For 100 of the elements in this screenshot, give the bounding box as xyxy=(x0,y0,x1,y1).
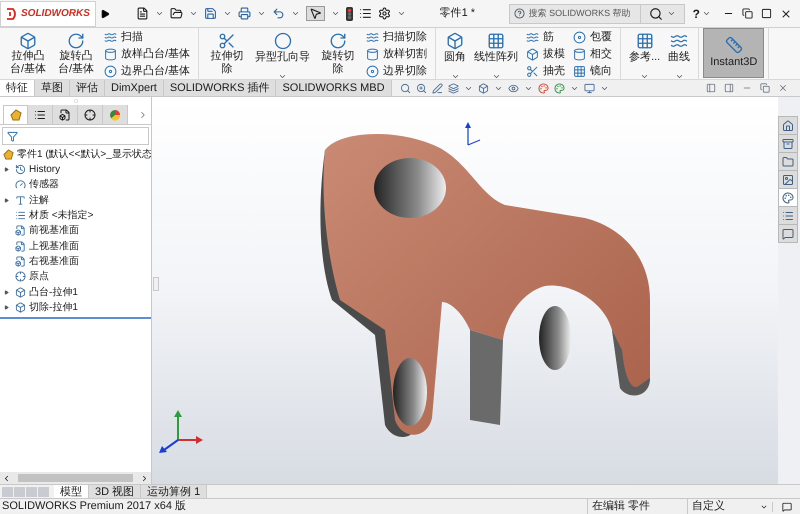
ribbon-small-button[interactable]: 镜向 xyxy=(573,64,612,78)
caret-icon[interactable] xyxy=(257,9,266,18)
grip-icon[interactable] xyxy=(74,99,78,103)
open-folder-icon[interactable] xyxy=(170,7,183,20)
zoom-in-icon[interactable] xyxy=(416,82,427,94)
command-tab[interactable]: 特征 xyxy=(0,80,35,96)
expand-menu-icon[interactable] xyxy=(100,8,110,18)
palette-icon[interactable] xyxy=(538,82,549,94)
close-icon[interactable] xyxy=(780,8,792,20)
palette-icon[interactable] xyxy=(554,82,565,94)
zoom-fit-icon[interactable] xyxy=(400,82,411,94)
expand-arrow-icon[interactable] xyxy=(4,167,9,172)
layers-icon[interactable] xyxy=(448,82,459,94)
task-pane-tab[interactable] xyxy=(778,170,798,189)
task-pane-tab[interactable] xyxy=(778,134,798,153)
ribbon-small-button[interactable]: 放样凸台/基体 xyxy=(104,47,190,61)
task-pane-tab[interactable] xyxy=(778,224,798,243)
ribbon-small-button[interactable]: 包覆 xyxy=(573,30,612,44)
undo-icon[interactable] xyxy=(272,7,285,20)
ribbon-button[interactable]: 旋转切除 xyxy=(314,28,362,76)
task-pane-tab[interactable] xyxy=(778,116,798,135)
caret-icon[interactable] xyxy=(640,72,650,81)
tree-item-label[interactable]: 凸台-拉伸1 xyxy=(29,284,78,300)
print-icon[interactable] xyxy=(238,7,251,20)
ribbon-small-button[interactable]: 边界凸台/基体 xyxy=(104,64,190,78)
command-tab[interactable]: 评估 xyxy=(70,80,105,96)
command-tab[interactable]: 草图 xyxy=(35,80,70,96)
scroll-left-icon[interactable] xyxy=(2,474,11,482)
traffic-light-icon[interactable] xyxy=(346,6,353,20)
ribbon-dropdown-button[interactable]: 异型孔向导 xyxy=(251,28,314,81)
caret-icon[interactable] xyxy=(278,72,288,81)
restore-icon[interactable] xyxy=(760,83,770,93)
caret-icon[interactable] xyxy=(189,9,198,18)
expand-arrow-icon[interactable] xyxy=(4,304,9,310)
ribbon-small-button[interactable]: 抽壳 xyxy=(526,64,566,78)
tree-item-label[interactable]: 原点 xyxy=(29,269,49,284)
dimxpert-tab[interactable] xyxy=(78,105,103,124)
ribbon-button[interactable]: 旋转凸台/基体 xyxy=(52,28,100,76)
panel-left-icon[interactable] xyxy=(706,83,716,93)
ribbon-button[interactable]: 拉伸切除 xyxy=(203,28,252,76)
expand-arrow-icon[interactable] xyxy=(4,198,9,203)
tree-item-label[interactable]: 前视基准面 xyxy=(29,223,79,238)
caret-icon[interactable] xyxy=(223,9,232,18)
tree-item-label[interactable]: History xyxy=(29,162,60,178)
ribbon-dropdown-button[interactable]: 圆角 xyxy=(440,28,470,81)
task-pane-tab[interactable] xyxy=(778,152,798,171)
chat-icon[interactable] xyxy=(782,502,792,512)
tree-item-label[interactable]: 切除-拉伸1 xyxy=(29,300,78,315)
tree-item-label[interactable]: 传感器 xyxy=(29,177,59,192)
filter-field[interactable] xyxy=(2,127,149,145)
help-menu-button[interactable]: ? xyxy=(692,4,700,22)
ribbon-small-button[interactable]: 相交 xyxy=(573,47,612,61)
task-pane-tab[interactable] xyxy=(778,206,798,225)
search-icon[interactable] xyxy=(648,6,663,20)
instant3d-toggle[interactable]: Instant3D xyxy=(703,28,764,78)
expand-arrow-icon[interactable] xyxy=(4,290,9,295)
tree-item-label[interactable]: 上视基准面 xyxy=(29,238,79,254)
ribbon-small-button[interactable]: 边界切除 xyxy=(366,64,428,78)
eye-icon[interactable] xyxy=(508,82,519,94)
units-dropdown[interactable]: 自定义 xyxy=(687,498,772,514)
monitor-icon[interactable] xyxy=(584,82,595,94)
search-field[interactable]: 搜索 SOLIDWORKS 帮助 xyxy=(508,4,641,24)
pen-icon[interactable] xyxy=(432,82,443,94)
ribbon-small-button[interactable]: 扫描 xyxy=(104,30,190,44)
cube-icon[interactable] xyxy=(478,82,489,94)
model-tab[interactable]: 3D 视图 xyxy=(89,485,142,498)
config-tab[interactable] xyxy=(53,105,78,124)
tree-item-label[interactable]: 右视基准面 xyxy=(29,254,79,269)
feature-tree-tab[interactable] xyxy=(3,105,28,124)
save-icon[interactable] xyxy=(204,7,217,20)
ribbon-small-button[interactable]: 放样切割 xyxy=(366,47,428,61)
ribbon-small-button[interactable]: 拔模 xyxy=(526,47,566,61)
select-tool-button[interactable] xyxy=(306,6,325,21)
horizontal-scrollbar[interactable] xyxy=(0,472,151,484)
task-pane-tab[interactable] xyxy=(778,188,798,207)
ribbon-dropdown-button[interactable]: 线性阵列 xyxy=(470,28,522,81)
caret-icon[interactable] xyxy=(674,72,684,81)
caret-icon[interactable] xyxy=(331,9,340,18)
caret-icon[interactable] xyxy=(397,9,406,18)
scroll-right-icon[interactable] xyxy=(140,474,149,482)
command-tab[interactable]: SOLIDWORKS MBD xyxy=(276,80,392,96)
caret-icon[interactable] xyxy=(702,9,711,18)
model-tab[interactable]: 模型 xyxy=(54,485,89,498)
ribbon-small-button[interactable]: 扫描切除 xyxy=(366,30,428,44)
tree-item-label[interactable]: 材质 <未指定> xyxy=(29,208,94,224)
tree-item-label[interactable]: 注解 xyxy=(29,192,49,208)
caret-icon[interactable] xyxy=(666,9,676,18)
ribbon-dropdown-button[interactable]: 参考... xyxy=(625,28,664,81)
list-icon[interactable] xyxy=(359,7,372,20)
tile-icon[interactable] xyxy=(742,8,753,19)
panel-right-icon[interactable] xyxy=(724,83,734,93)
model-tab[interactable]: 运动算例 1 xyxy=(141,485,208,498)
caret-icon[interactable] xyxy=(291,9,300,18)
caret-icon[interactable] xyxy=(155,9,164,18)
command-tab[interactable]: SOLIDWORKS 插件 xyxy=(164,80,276,96)
ribbon-dropdown-button[interactable]: 曲线 xyxy=(664,28,694,81)
command-tab[interactable]: DimXpert xyxy=(105,80,164,96)
maximize-icon[interactable] xyxy=(761,8,772,19)
ribbon-button[interactable]: 拉伸凸台/基体 xyxy=(4,28,52,76)
ribbon-small-button[interactable]: 筋 xyxy=(526,30,566,44)
